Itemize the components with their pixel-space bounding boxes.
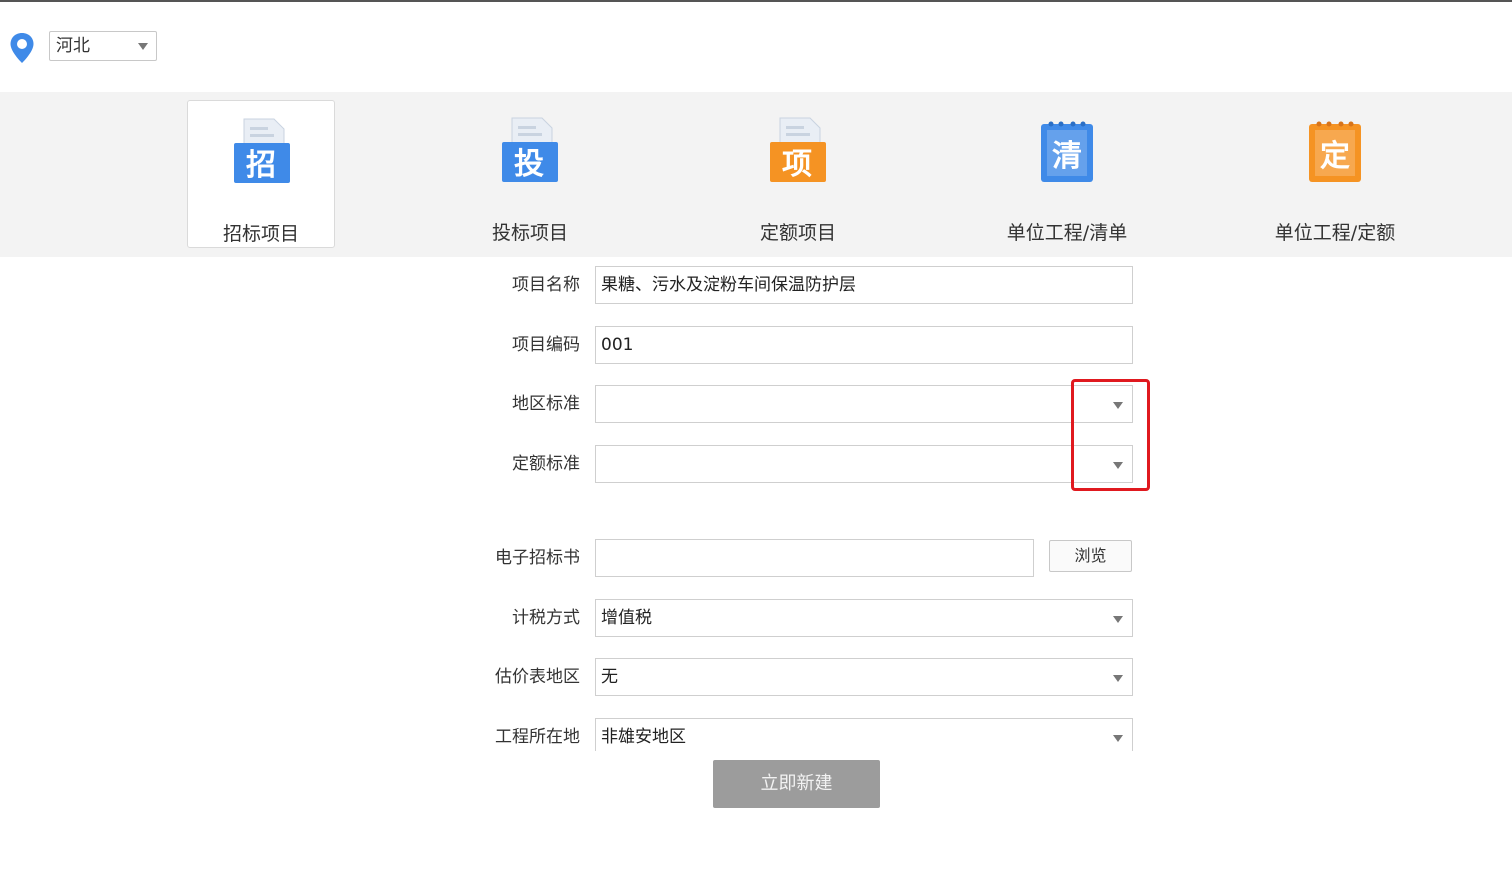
quota-standard-select[interactable] (595, 445, 1133, 483)
tax-method-row: 计税方式 增值税 (0, 599, 1512, 637)
project-type-label: 投标项目 (491, 222, 568, 244)
project-type-quota[interactable]: 项 定额项目 (724, 100, 872, 248)
svg-text:清: 清 (1052, 139, 1082, 174)
tender-document-icon: 投 (502, 117, 558, 182)
price-table-region-label: 估价表地区 (495, 667, 580, 687)
project-name-label: 项目名称 (512, 275, 580, 295)
project-type-label: 招标项目 (222, 223, 299, 245)
tax-method-select[interactable]: 增值税 (595, 599, 1133, 637)
project-location-label: 工程所在地 (495, 727, 580, 747)
chevron-down-icon[interactable] (1113, 735, 1123, 742)
tax-method-label: 计税方式 (512, 608, 580, 628)
unit-list-icon: 清 (1041, 121, 1093, 182)
price-table-region-row: 估价表地区 无 (0, 658, 1512, 696)
project-location-value: 非雄安地区 (601, 727, 686, 747)
bid-document-icon: 招 (234, 118, 290, 183)
price-table-region-value: 无 (601, 667, 618, 687)
svg-text:招: 招 (246, 148, 276, 183)
project-type-label: 单位工程/定额 (1274, 222, 1396, 244)
region-standard-row: 地区标准 (0, 385, 1512, 423)
region-select[interactable]: 河北 (49, 31, 157, 61)
project-type-unit-quota[interactable]: 定 单位工程/定额 (1261, 100, 1409, 248)
e-bid-document-input[interactable] (595, 539, 1034, 577)
project-code-row: 项目编码 001 (0, 326, 1512, 364)
project-name-row: 项目名称 果糖、污水及淀粉车间保温防护层 (0, 266, 1512, 304)
location-pin-icon (10, 33, 34, 63)
e-bid-document-label: 电子招标书 (495, 548, 580, 568)
scroll-clip (595, 751, 1135, 759)
svg-text:项: 项 (782, 147, 812, 182)
project-code-input[interactable]: 001 (595, 326, 1133, 364)
e-bid-document-row: 电子招标书 浏览 (0, 539, 1512, 577)
dropdown-highlight-annotation (1071, 379, 1150, 491)
region-select-value: 河北 (56, 36, 90, 56)
chevron-down-icon[interactable] (1113, 675, 1123, 682)
project-type-bar: 招 招标项目 投 投标项目 项 定额项目 清 单位工程/清单 定 单位工程/定额 (0, 92, 1512, 257)
region-standard-select[interactable] (595, 385, 1133, 423)
project-type-label: 单位工程/清单 (1006, 222, 1128, 244)
region-standard-label: 地区标准 (512, 394, 580, 414)
tax-method-value: 增值税 (601, 608, 652, 628)
browse-button[interactable]: 浏览 (1049, 540, 1132, 572)
project-type-tender[interactable]: 投 投标项目 (456, 100, 604, 248)
unit-quota-icon: 定 (1309, 121, 1361, 182)
quota-project-icon: 项 (770, 117, 826, 182)
chevron-down-icon (138, 43, 148, 50)
create-now-button[interactable]: 立即新建 (713, 760, 880, 808)
window-top-border (0, 0, 1512, 2)
project-type-bid[interactable]: 招 招标项目 (187, 100, 335, 248)
quota-standard-row: 定额标准 (0, 445, 1512, 483)
project-code-label: 项目编码 (512, 335, 580, 355)
price-table-region-select[interactable]: 无 (595, 658, 1133, 696)
project-type-unit-list[interactable]: 清 单位工程/清单 (993, 100, 1141, 248)
svg-text:定: 定 (1320, 139, 1350, 174)
svg-text:投: 投 (514, 147, 544, 182)
chevron-down-icon[interactable] (1113, 616, 1123, 623)
project-type-label: 定额项目 (759, 222, 836, 244)
quota-standard-label: 定额标准 (512, 454, 580, 474)
project-name-input[interactable]: 果糖、污水及淀粉车间保温防护层 (595, 266, 1133, 304)
